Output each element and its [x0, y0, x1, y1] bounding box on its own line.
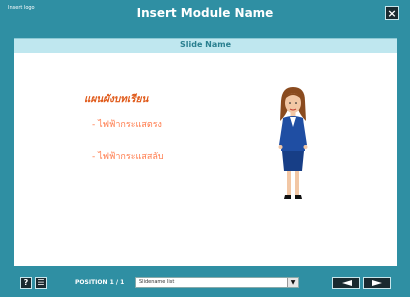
arrow-left-icon	[342, 280, 352, 286]
close-icon: ×	[387, 7, 397, 20]
bullet-item: - ไฟฟ้ากระแสสลับ	[92, 152, 164, 162]
slide-heading: แผนผังบทเรียน	[84, 94, 149, 105]
slide-name: Slide Name	[179, 40, 232, 49]
position-indicator: POSITION 1 / 1	[75, 279, 125, 286]
module-title: Insert Module Name	[136, 6, 274, 20]
app-window: Insert logo Insert Module Name × Slide N…	[0, 0, 410, 297]
title-bar: Insert logo Insert Module Name ×	[0, 0, 410, 28]
presenter-figure	[278, 87, 308, 199]
bullet-item: - ไฟฟ้ากระแสตรง	[92, 120, 162, 130]
close-button[interactable]: ×	[385, 6, 399, 20]
help-button[interactable]: ?	[20, 277, 32, 289]
slide-list-select[interactable]: Slidename list ▼	[135, 277, 299, 288]
slide-content: แผนผังบทเรียน - ไฟฟ้ากระแสตรง - ไฟฟ้ากระ…	[14, 53, 397, 266]
help-icon: ?	[23, 278, 29, 287]
chevron-down-icon[interactable]: ▼	[287, 278, 298, 287]
notes-icon: ☰	[37, 278, 45, 287]
prev-button[interactable]	[332, 277, 360, 289]
notes-button[interactable]: ☰	[35, 277, 47, 289]
arrow-right-icon	[372, 280, 382, 286]
slide-name-bar: Slide Name	[14, 38, 397, 54]
next-button[interactable]	[363, 277, 391, 289]
slide-list-value: Slidename list	[139, 279, 175, 285]
